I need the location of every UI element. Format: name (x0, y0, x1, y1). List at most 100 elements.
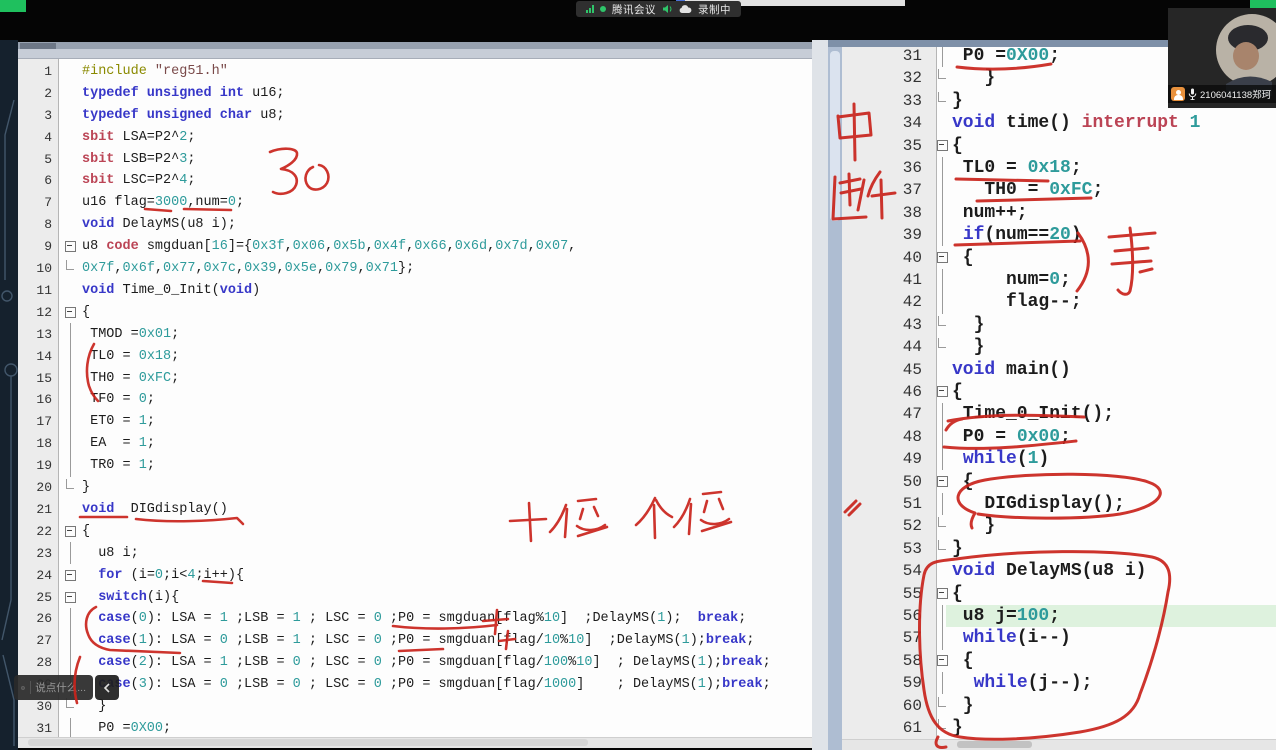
code-line[interactable]: 25 switch(i){ (18, 586, 812, 608)
code-line[interactable]: 28 case(2): LSA = 1 ;LSB = 0 ; LSC = 0 ;… (18, 652, 812, 674)
code-text: void Time_0_Init(void) (82, 283, 260, 298)
code-line[interactable]: 11void Time_0_Init(void) (18, 280, 812, 302)
code-line[interactable]: 39 if(num==20) (828, 224, 1276, 246)
fold-guide (60, 258, 80, 280)
code-text: if(num==20) (952, 225, 1082, 245)
line-number: 58 (828, 652, 930, 670)
code-line[interactable]: 12{ (18, 301, 812, 323)
scrollbar-thumb[interactable] (830, 51, 840, 221)
code-line[interactable]: 41 num=0; (828, 269, 1276, 291)
fold-toggle-icon[interactable] (932, 470, 952, 492)
code-line[interactable]: 58 { (828, 650, 1276, 672)
code-line[interactable]: 9u8 code smgduan[16]={0x3f,0x06,0x5b,0x4… (18, 236, 812, 258)
code-line[interactable]: 22{ (18, 520, 812, 542)
code-line[interactable]: 47 Time_0_Init(); (828, 403, 1276, 425)
meeting-status-pill[interactable]: 腾讯会议 录制中 (576, 1, 741, 17)
code-line[interactable]: 5sbit LSB=P2^3; (18, 148, 812, 170)
vertical-scrollbar[interactable] (828, 47, 842, 750)
code-line[interactable]: 3typedef unsigned char u8; (18, 104, 812, 126)
code-line[interactable]: 42 flag--; (828, 291, 1276, 313)
code-line[interactable]: 19 TR0 = 1; (18, 455, 812, 477)
code-line[interactable]: 44 } (828, 336, 1276, 358)
code-text: P0 =0X00; (82, 721, 171, 736)
code-text: case(0): LSA = 1 ;LSB = 1 ; LSC = 0 ;P0 … (82, 611, 746, 626)
code-line[interactable]: 61} (828, 717, 1276, 739)
code-text: } (952, 91, 963, 111)
fold-toggle-icon[interactable] (60, 564, 80, 586)
code-line[interactable]: 23 u8 i; (18, 542, 812, 564)
code-line[interactable]: 60 } (828, 694, 1276, 716)
code-line[interactable]: 59 while(j--); (828, 672, 1276, 694)
code-line[interactable]: 8void DelayMS(u8 i); (18, 214, 812, 236)
fold-toggle-icon[interactable] (932, 246, 952, 268)
code-text: TL0 = 0x18; (952, 158, 1082, 178)
code-editor-left[interactable]: 1#include "reg51.h"2typedef unsigned int… (18, 42, 812, 748)
code-line[interactable]: 57 while(i--) (828, 627, 1276, 649)
line-number: 9 (18, 239, 56, 254)
fold-toggle-icon[interactable] (60, 301, 80, 323)
code-line[interactable]: 30 } (18, 696, 812, 718)
code-line[interactable]: 50 { (828, 470, 1276, 492)
code-line[interactable]: 36 TL0 = 0x18; (828, 157, 1276, 179)
code-line[interactable]: 4sbit LSA=P2^2; (18, 126, 812, 148)
code-editor-right[interactable]: 31 P0 =0X00;32 }33}34void time() interru… (828, 40, 1276, 750)
code-line[interactable]: 38 num++; (828, 202, 1276, 224)
code-text: } (952, 696, 974, 716)
code-line[interactable]: 29 case(3): LSA = 0 ;LSB = 0 ; LSC = 0 ;… (18, 674, 812, 696)
horizontal-scrollbar[interactable] (842, 739, 1276, 750)
code-line[interactable]: 53} (828, 538, 1276, 560)
horizontal-scrollbar[interactable] (18, 737, 812, 748)
code-text: switch(i){ (82, 590, 179, 605)
chat-collapse-button[interactable] (95, 675, 119, 700)
code-line[interactable]: 45void main() (828, 358, 1276, 380)
code-text: } (952, 516, 995, 536)
webcam-tile[interactable]: 2106041138郑珂 (1168, 8, 1276, 108)
code-line[interactable]: 27 case(1): LSA = 0 ;LSB = 1 ; LSC = 0 ;… (18, 630, 812, 652)
fold-toggle-icon[interactable] (932, 381, 952, 403)
code-line[interactable]: 52 } (828, 515, 1276, 537)
line-number: 41 (828, 271, 930, 289)
editor-tab-strip[interactable] (18, 42, 812, 49)
code-line[interactable]: 18 EA = 1; (18, 433, 812, 455)
code-line[interactable]: 21void DIGdisplay() (18, 499, 812, 521)
code-line[interactable]: 49 while(1) (828, 448, 1276, 470)
code-text: { (952, 382, 963, 402)
fold-guide (932, 112, 952, 134)
code-line[interactable]: 100x7f,0x6f,0x77,0x7c,0x39,0x5e,0x79,0x7… (18, 258, 812, 280)
code-line[interactable]: 16 TF0 = 0; (18, 389, 812, 411)
code-line[interactable]: 6sbit LSC=P2^4; (18, 170, 812, 192)
code-line[interactable]: 51 DIGdisplay(); (828, 493, 1276, 515)
code-line[interactable]: 40 { (828, 246, 1276, 268)
code-line[interactable]: 43 } (828, 314, 1276, 336)
code-line[interactable]: 2typedef unsigned int u16; (18, 82, 812, 104)
code-line[interactable]: 17 ET0 = 1; (18, 411, 812, 433)
code-line[interactable]: 7u16 flag=3000,num=0; (18, 192, 812, 214)
code-line[interactable]: 1#include "reg51.h" (18, 61, 812, 83)
fold-toggle-icon[interactable] (932, 650, 952, 672)
chat-input-pill[interactable]: 说点什么... (14, 675, 93, 700)
code-line[interactable]: 54void DelayMS(u8 i) (828, 560, 1276, 582)
code-line[interactable]: 13 TMOD =0x01; (18, 323, 812, 345)
scrollbar-thumb[interactable] (957, 741, 1032, 748)
fold-toggle-icon[interactable] (60, 236, 80, 258)
code-line[interactable]: 26 case(0): LSA = 1 ;LSB = 1 ; LSC = 0 ;… (18, 608, 812, 630)
code-line[interactable]: 34void time() interrupt 1 (828, 112, 1276, 134)
code-line[interactable]: 55{ (828, 582, 1276, 604)
desktop-wallpaper-strip (0, 40, 18, 750)
line-number: 1 (18, 64, 56, 79)
code-line[interactable]: 14 TL0 = 0x18; (18, 345, 812, 367)
code-line[interactable]: 15 TH0 = 0xFC; (18, 367, 812, 389)
fold-guide (60, 280, 80, 302)
scrollbar-thumb[interactable] (28, 739, 588, 746)
code-line[interactable]: 56 u8 j=100; (828, 605, 1276, 627)
code-line[interactable]: 46{ (828, 381, 1276, 403)
code-line[interactable]: 37 TH0 = 0xFC; (828, 179, 1276, 201)
fold-toggle-icon[interactable] (60, 586, 80, 608)
fold-toggle-icon[interactable] (60, 520, 80, 542)
code-line[interactable]: 20} (18, 477, 812, 499)
code-line[interactable]: 24 for (i=0;i<4;i++){ (18, 564, 812, 586)
fold-toggle-icon[interactable] (932, 582, 952, 604)
fold-toggle-icon[interactable] (932, 134, 952, 156)
code-line[interactable]: 35{ (828, 134, 1276, 156)
code-line[interactable]: 48 P0 = 0x00; (828, 426, 1276, 448)
